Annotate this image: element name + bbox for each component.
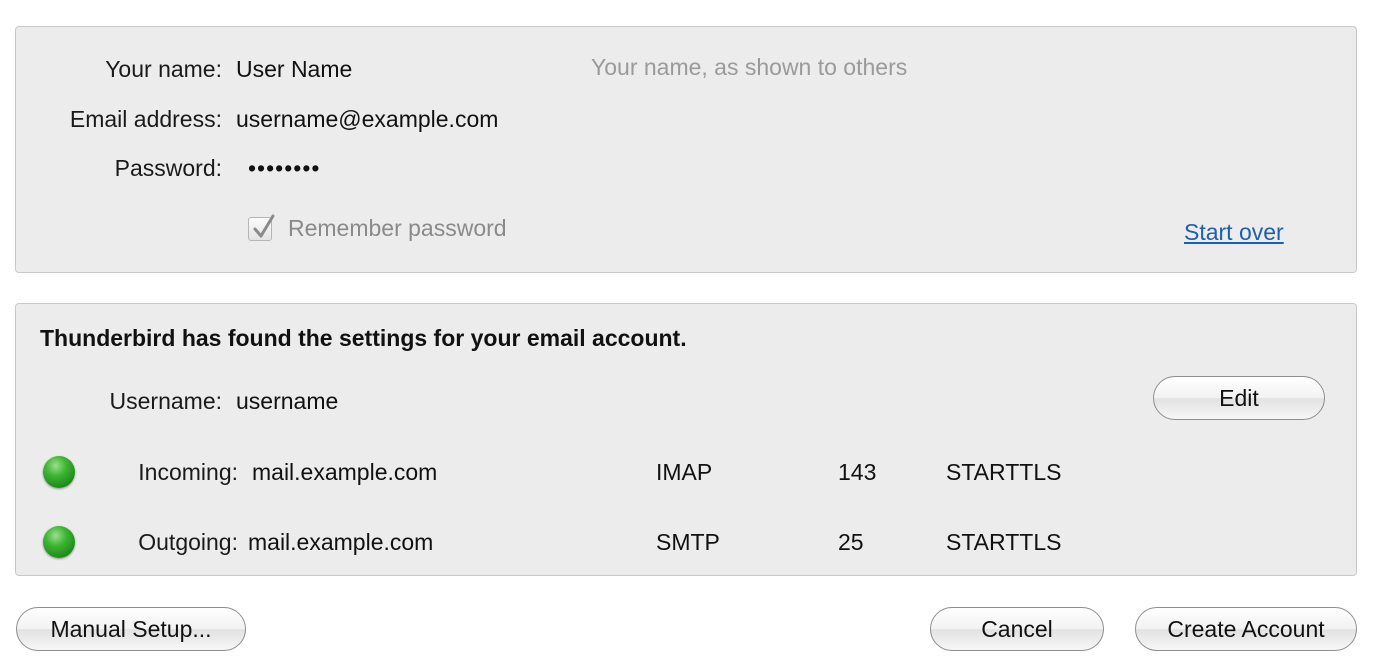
password-field[interactable]: •••••••• xyxy=(248,155,320,182)
remember-password-label[interactable]: Remember password xyxy=(288,215,507,242)
found-settings-panel: Thunderbird has found the settings for y… xyxy=(15,303,1357,576)
email-address-label: Email address: xyxy=(69,106,222,132)
incoming-label: Incoming: xyxy=(138,459,238,485)
cancel-button[interactable]: Cancel xyxy=(930,607,1104,651)
username-value: username xyxy=(236,388,339,414)
outgoing-protocol: SMTP xyxy=(656,529,720,555)
incoming-port: 143 xyxy=(838,459,877,485)
incoming-server: mail.example.com xyxy=(252,459,438,485)
outgoing-port: 25 xyxy=(838,529,864,555)
outgoing-security: STARTTLS xyxy=(946,529,1062,555)
settings-found-heading: Thunderbird has found the settings for y… xyxy=(40,325,687,351)
account-details-panel: Your name: User Name Your name, as shown… xyxy=(15,26,1357,273)
email-address-field[interactable]: username@example.com xyxy=(236,106,498,133)
checkmark-icon xyxy=(253,214,275,238)
remember-password-checkbox[interactable] xyxy=(248,214,275,241)
manual-setup-button[interactable]: Manual Setup... xyxy=(16,607,246,651)
your-name-label: Your name: xyxy=(105,56,222,82)
incoming-protocol: IMAP xyxy=(656,459,713,485)
your-name-field[interactable]: User Name xyxy=(236,56,352,83)
start-over-link[interactable]: Start over xyxy=(1184,219,1284,246)
edit-button[interactable]: Edit xyxy=(1153,376,1325,420)
username-label: Username: xyxy=(109,388,222,414)
outgoing-label: Outgoing: xyxy=(138,529,238,555)
create-account-button[interactable]: Create Account xyxy=(1135,607,1357,651)
your-name-hint: Your name, as shown to others xyxy=(591,54,908,80)
password-label: Password: xyxy=(114,155,222,181)
outgoing-server: mail.example.com xyxy=(248,529,434,555)
incoming-security: STARTTLS xyxy=(946,459,1062,485)
